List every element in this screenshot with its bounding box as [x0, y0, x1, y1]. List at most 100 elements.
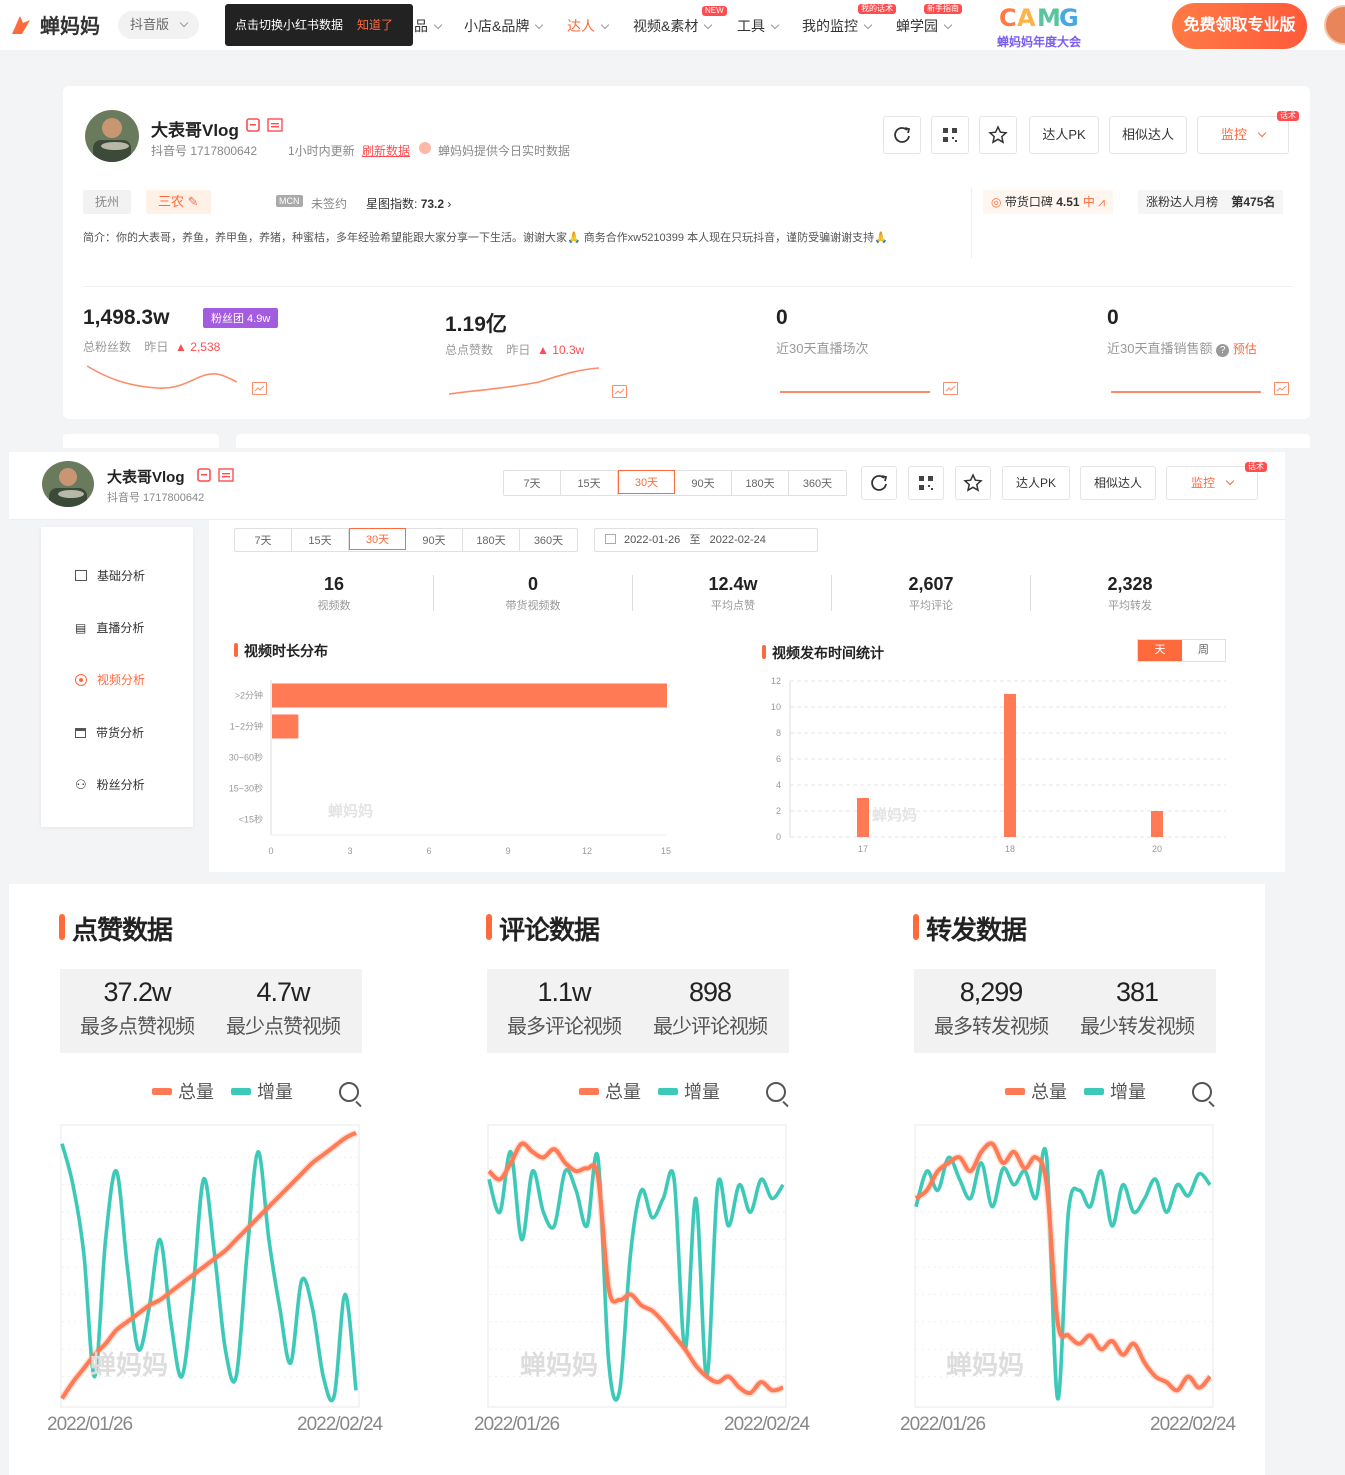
- legend-total[interactable]: 总量: [605, 1078, 641, 1104]
- range-90d[interactable]: 90天: [675, 471, 732, 495]
- svg-text:G: G: [1059, 4, 1079, 30]
- range-180d[interactable]: 180天: [732, 471, 789, 495]
- range-360d[interactable]: 360天: [520, 529, 577, 551]
- kpi-avg-shares: 2,328 平均转发: [1050, 574, 1210, 613]
- live-icon: ▤: [75, 620, 87, 635]
- rank-badge[interactable]: 涨粉达人月榜 第475名: [1138, 190, 1284, 214]
- favorite-button[interactable]: [979, 116, 1017, 154]
- help-icon[interactable]: ?: [1216, 344, 1230, 357]
- realtime-icon: [419, 142, 431, 154]
- chart-icon[interactable]: [1274, 382, 1289, 395]
- profile-bio: 简介：你的大表哥，养鱼，养甲鱼，养猪，种蜜桔，多年经验希望能跟大家分享一下生活。…: [83, 232, 888, 244]
- favorite-button[interactable]: [955, 466, 991, 500]
- range-15d[interactable]: 15天: [561, 471, 618, 495]
- nav-item-monitor[interactable]: 我的监控: [802, 16, 873, 36]
- sidenav-basic-analysis[interactable]: 基础分析: [75, 567, 145, 584]
- toggle-week[interactable]: 周: [1182, 640, 1225, 661]
- legend-total[interactable]: 总量: [178, 1078, 214, 1104]
- refresh-button[interactable]: [861, 466, 897, 500]
- sidenav-video-analysis[interactable]: 视频分析: [75, 671, 145, 688]
- profile-avatar: [42, 461, 94, 507]
- zoom-in-icon[interactable]: [1192, 1082, 1212, 1102]
- star-index[interactable]: 星图指数: 73.2 ›: [366, 195, 451, 212]
- influencer-pk-button[interactable]: 达人PK: [1002, 466, 1070, 500]
- chart-icon[interactable]: [612, 385, 627, 398]
- x-tick-label: 12: [582, 846, 592, 856]
- fan-club-chip[interactable]: 粉丝团 4.9w: [203, 308, 279, 328]
- chart-icon[interactable]: [252, 382, 267, 395]
- min-comments-label: 最少评论视频: [653, 1016, 768, 1038]
- range-90d[interactable]: 90天: [406, 529, 463, 551]
- header-range-selector: 7天 15天 30天 90天 180天 360天: [503, 470, 847, 496]
- nav-item-tools[interactable]: 工具: [737, 16, 780, 36]
- range-7d[interactable]: 7天: [235, 529, 292, 551]
- sidenav-sales-analysis[interactable]: 带货分析: [75, 724, 144, 741]
- profile-card: 大表哥Vlog 抖音号 1717800642 1小时内更新 刷新数据 蝉妈妈提供…: [63, 86, 1310, 419]
- star-icon: [988, 125, 1008, 144]
- up-icon: ▲: [537, 343, 549, 357]
- zoom-in-icon[interactable]: [766, 1082, 786, 1102]
- reputation-badge[interactable]: ◎ 带货口碑 4.51 中 ⩘: [983, 190, 1114, 214]
- similar-influencer-button[interactable]: 相似达人: [1080, 466, 1156, 500]
- chevron-down-icon: [1225, 476, 1235, 486]
- refresh-icon: [894, 127, 911, 143]
- similar-influencer-button[interactable]: 相似达人: [1109, 116, 1187, 154]
- date-range-picker[interactable]: 2022-01-26 至 2022-02-24: [594, 528, 818, 552]
- y-tick-label: 30~60秒: [229, 752, 263, 763]
- category-tag[interactable]: 三农 ✎: [146, 190, 211, 214]
- monitor-label: 监控: [1220, 127, 1247, 142]
- range-selector: 7天 15天 30天 90天 180天 360天: [234, 528, 578, 552]
- legend-delta[interactable]: 增量: [1110, 1078, 1146, 1104]
- logo[interactable]: 蝉妈妈: [8, 10, 100, 39]
- followers-sparkline: [87, 365, 237, 389]
- bar: [272, 714, 299, 739]
- range-180d[interactable]: 180天: [463, 529, 520, 551]
- watermark: 蝉妈妈: [872, 806, 917, 824]
- estimate-label: 预估: [1232, 342, 1257, 356]
- range-7d[interactable]: 7天: [504, 471, 561, 495]
- chart-icon[interactable]: [943, 382, 958, 395]
- monitor-button[interactable]: 监控: [1197, 116, 1289, 154]
- legend-delta[interactable]: 增量: [257, 1078, 293, 1104]
- nav-item-video[interactable]: 视频&素材: [633, 16, 713, 36]
- nav-item-shop-brand[interactable]: 小店&品牌: [464, 16, 544, 36]
- comments-data-title: 评论数据: [486, 910, 600, 947]
- toggle-day[interactable]: 天: [1138, 640, 1182, 661]
- star-index-label: 星图指数:: [366, 197, 418, 211]
- chevron-down-icon: [704, 20, 713, 30]
- qrcode-button[interactable]: [908, 466, 944, 500]
- tip-dismiss-button[interactable]: 知道了: [357, 18, 393, 32]
- influencer-pk-button[interactable]: 达人PK: [1029, 116, 1099, 154]
- publish-time-bar-chart: 0 2 4 6 8 10 12 17 18 20 蝉妈妈: [771, 676, 1226, 854]
- nav-item-influencer[interactable]: 达人: [567, 16, 610, 36]
- stat-label: 总粉丝数: [83, 340, 132, 354]
- live-count-sparkline: [780, 391, 930, 393]
- nav-item-product[interactable]: 品: [414, 16, 443, 36]
- qrcode-button[interactable]: [931, 116, 969, 154]
- comments-date-end: 2022/02/24: [724, 1414, 810, 1435]
- legend-delta[interactable]: 增量: [684, 1078, 720, 1104]
- comments-legend: 总量 增量: [579, 1078, 720, 1104]
- refresh-data-link[interactable]: 刷新数据: [362, 142, 410, 159]
- event-logo[interactable]: CAMG 蝉妈妈年度大会: [997, 4, 1081, 49]
- legend-total[interactable]: 总量: [1031, 1078, 1067, 1104]
- sidenav-fans-analysis[interactable]: ⚇ 粉丝分析: [75, 776, 145, 793]
- refresh-button[interactable]: [883, 116, 921, 154]
- free-pro-button[interactable]: 免费领取专业版: [1172, 3, 1307, 49]
- range-30d[interactable]: 30天: [618, 470, 675, 494]
- nav-item-academy[interactable]: 蝉学园: [896, 16, 953, 36]
- y-tick-label: 0: [776, 832, 781, 842]
- range-15d[interactable]: 15天: [292, 529, 349, 551]
- y-tick-label: 6: [776, 754, 781, 764]
- divider: [632, 575, 633, 611]
- monitor-button[interactable]: 监控: [1166, 466, 1258, 500]
- user-avatar[interactable]: [1324, 5, 1345, 45]
- range-30d[interactable]: 30天: [349, 528, 406, 550]
- day-week-toggle: 天 周: [1137, 639, 1226, 662]
- sidenav-live-analysis[interactable]: ▤ 直播分析: [75, 619, 144, 636]
- range-360d[interactable]: 360天: [789, 471, 846, 495]
- version-select[interactable]: 抖音版: [118, 11, 200, 39]
- zoom-in-icon[interactable]: [339, 1082, 359, 1102]
- academy-badge: 新手指南: [924, 4, 962, 14]
- stat-live-count-value: 0: [776, 306, 788, 329]
